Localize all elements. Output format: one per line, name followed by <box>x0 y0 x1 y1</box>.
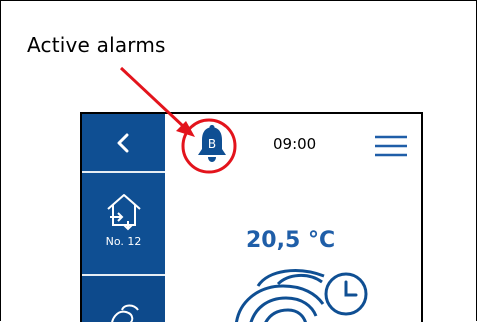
sidebar-item-label: No. 12 <box>105 235 142 248</box>
back-button[interactable] <box>82 114 165 171</box>
clock-time: 09:00 <box>273 135 317 153</box>
device-screen: No. 12 B 09:00 20,5 °C <box>80 112 423 322</box>
annotation-caption: Active alarms <box>27 33 166 57</box>
fan-icon <box>111 304 139 322</box>
sidebar: No. 12 <box>82 114 165 322</box>
hamburger-menu-icon[interactable] <box>373 134 409 158</box>
chevron-left-icon <box>117 133 128 152</box>
sidebar-item-house[interactable]: No. 12 <box>82 173 165 273</box>
alarm-badge-letter: B <box>208 137 216 151</box>
sidebar-item-fan[interactable] <box>82 276 165 322</box>
bell-icon[interactable]: B <box>192 122 232 164</box>
temperature-readout: 20,5 °C <box>246 228 336 253</box>
house-icon <box>107 194 141 231</box>
fan-timer-icon <box>235 269 368 322</box>
